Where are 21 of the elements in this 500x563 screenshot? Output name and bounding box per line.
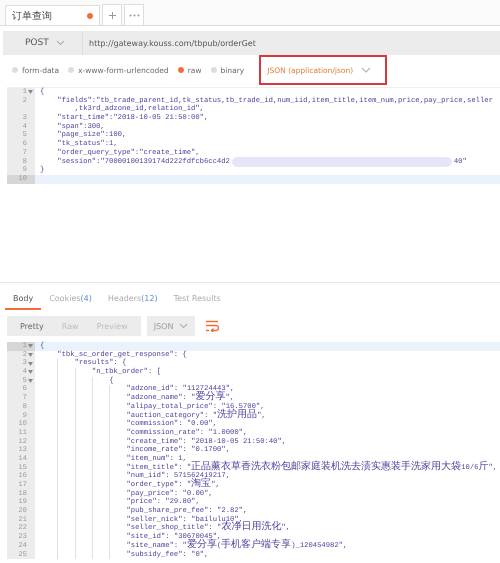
method-dropdown[interactable]: POST — [3, 31, 83, 55]
url-field[interactable]: http://gateway.kouss.com/tbpub/orderGet — [83, 38, 256, 48]
fold-arrow-icon[interactable] — [28, 344, 33, 348]
fold-arrow-icon[interactable] — [28, 362, 33, 366]
response-tab[interactable]: Body — [5, 294, 42, 310]
new-tab-button[interactable] — [102, 4, 122, 25]
fold-arrow-icon[interactable] — [28, 379, 33, 384]
wrap-lines-icon[interactable] — [205, 320, 220, 332]
fold-arrow-icon[interactable] — [28, 353, 33, 358]
response-tab[interactable]: Headers(12) — [100, 294, 166, 310]
fold-arrow-icon[interactable] — [28, 90, 33, 94]
request-tab[interactable]: 订单查询 — [5, 5, 100, 25]
chevron-icon — [179, 323, 188, 329]
more-icon — [128, 14, 140, 16]
plus-icon — [108, 10, 116, 20]
response-tab[interactable]: Cookies(4) — [41, 294, 100, 310]
chevron-icon — [361, 67, 372, 73]
chevron-icon — [56, 40, 65, 46]
fold-arrow-icon[interactable] — [28, 370, 33, 374]
view-mode-tab[interactable]: Pretty — [11, 322, 53, 330]
more-tabs-button[interactable] — [124, 4, 144, 25]
